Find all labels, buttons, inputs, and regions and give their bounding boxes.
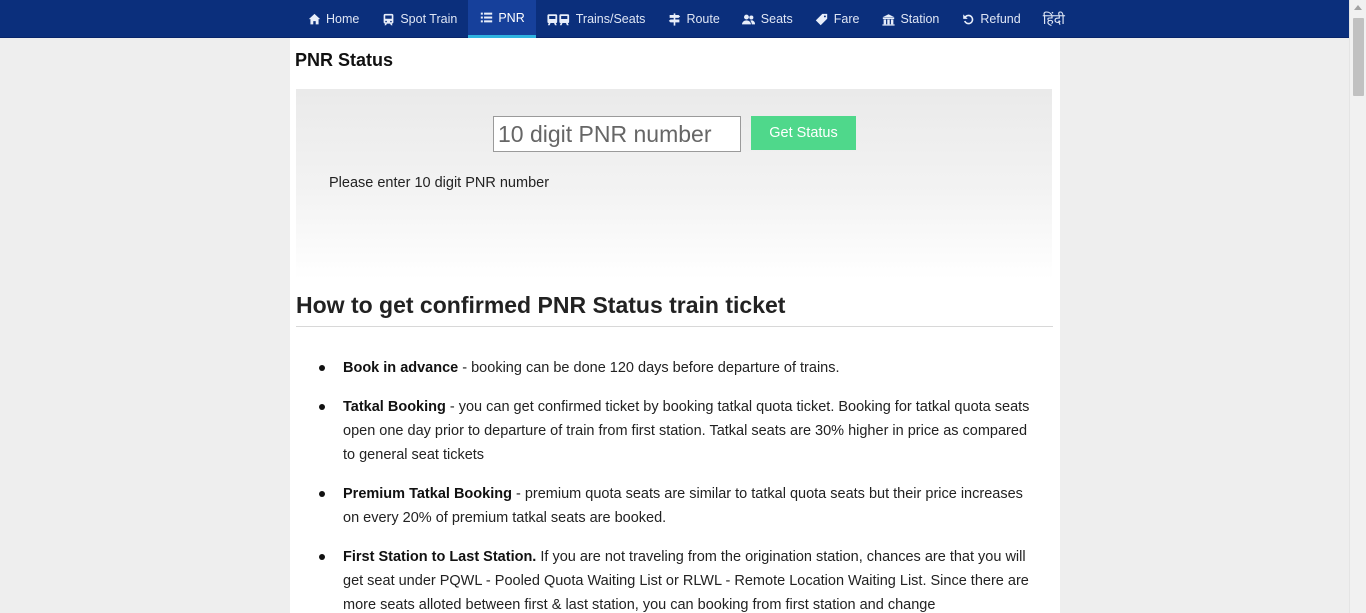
nav-item-label: Seats bbox=[760, 12, 793, 26]
undo-icon bbox=[961, 12, 975, 26]
page-title: PNR Status bbox=[295, 50, 394, 70]
page-scrollbar[interactable] bbox=[1349, 0, 1366, 613]
nav-menu: Home Spot Train PNR Trains/Seats Route S… bbox=[296, 0, 1076, 38]
signpost-icon bbox=[667, 12, 681, 26]
users-icon bbox=[742, 12, 756, 26]
nav-item-label: Route bbox=[686, 12, 720, 26]
nav-item-label: Home bbox=[326, 12, 360, 26]
tip-title: Premium Tatkal Booking bbox=[343, 486, 512, 502]
nav-item-route[interactable]: Route bbox=[656, 0, 730, 38]
nav-item-seats[interactable]: Seats bbox=[731, 0, 804, 38]
nav-item-fare[interactable]: Fare bbox=[804, 0, 871, 38]
pnr-search-panel: Get Status Please enter 10 digit PNR num… bbox=[296, 89, 1052, 279]
station-icon bbox=[881, 12, 895, 26]
nav-item-station[interactable]: Station bbox=[870, 0, 950, 38]
nav-item-label: Trains/Seats bbox=[575, 12, 646, 26]
tips-list: Book in advance - booking can be done 12… bbox=[319, 356, 1033, 613]
list-item: Book in advance - booking can be done 12… bbox=[319, 356, 1033, 380]
home-icon bbox=[307, 12, 321, 26]
pnr-hint-text: Please enter 10 digit PNR number bbox=[329, 175, 550, 191]
scroll-up-arrow-icon[interactable] bbox=[1354, 5, 1362, 10]
tag-icon bbox=[815, 12, 829, 26]
trains-icon bbox=[547, 12, 571, 26]
tip-text: - you can get confirmed ticket by bookin… bbox=[343, 399, 1030, 463]
scroll-thumb[interactable] bbox=[1353, 18, 1364, 96]
nav-item-pnr[interactable]: PNR bbox=[468, 0, 536, 38]
tip-title: First Station to Last Station. bbox=[343, 549, 537, 565]
top-navbar: Home Spot Train PNR Trains/Seats Route S… bbox=[0, 0, 1349, 38]
nav-item-hindi[interactable]: हिंदी bbox=[1032, 0, 1076, 38]
nav-item-spot-train[interactable]: Spot Train bbox=[370, 0, 468, 38]
list-icon bbox=[479, 11, 493, 25]
pnr-number-input[interactable] bbox=[493, 116, 741, 152]
nav-item-trains-seats[interactable]: Trains/Seats bbox=[536, 0, 657, 38]
tip-title: Book in advance bbox=[343, 360, 459, 376]
train-icon bbox=[381, 12, 395, 26]
nav-item-label: Refund bbox=[980, 12, 1021, 26]
list-item: Premium Tatkal Booking - premium quota s… bbox=[319, 482, 1033, 530]
nav-item-label: Fare bbox=[833, 12, 860, 26]
tip-title: Tatkal Booking bbox=[343, 399, 446, 415]
list-item: First Station to Last Station. If you ar… bbox=[319, 545, 1033, 613]
guide-heading: How to get confirmed PNR Status train ti… bbox=[296, 292, 1053, 327]
main-content: PNR Status Get Status Please enter 10 di… bbox=[290, 38, 1060, 613]
get-status-button[interactable]: Get Status bbox=[751, 116, 856, 150]
nav-item-label: PNR bbox=[498, 10, 525, 25]
nav-item-label: Spot Train bbox=[400, 12, 458, 26]
nav-item-refund[interactable]: Refund bbox=[950, 0, 1031, 38]
list-item: Tatkal Booking - you can get confirmed t… bbox=[319, 395, 1033, 467]
nav-item-home[interactable]: Home bbox=[296, 0, 370, 38]
nav-item-label: हिंदी bbox=[1042, 10, 1065, 27]
nav-item-label: Station bbox=[900, 12, 940, 26]
tip-text: - booking can be done 120 days before de… bbox=[458, 360, 840, 376]
